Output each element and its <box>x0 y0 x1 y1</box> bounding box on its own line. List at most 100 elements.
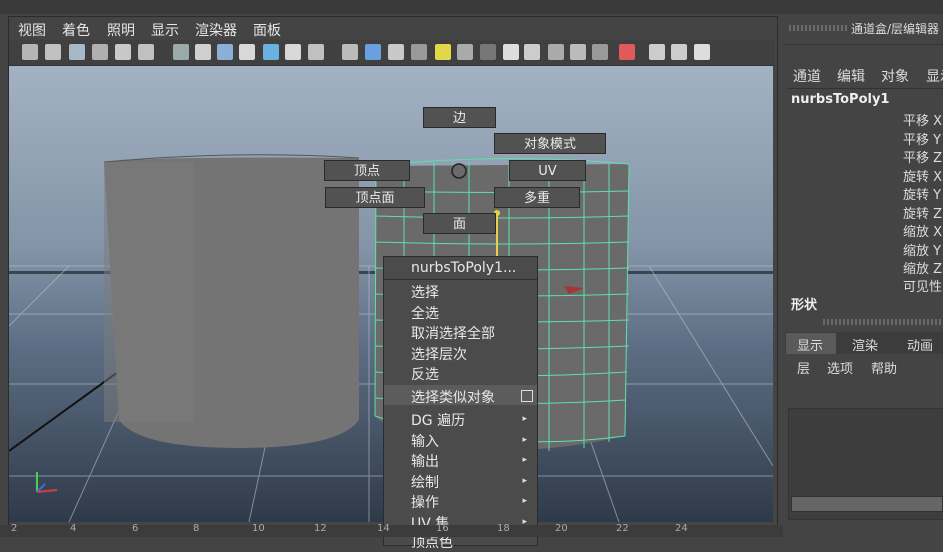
cb-shapes-label: 形状 <box>791 298 818 313</box>
viewport-menubar: 视图 着色 照明 显示 渲染器 面板 <box>9 17 775 40</box>
smooth-shade-icon[interactable] <box>195 44 211 60</box>
camera-icon[interactable] <box>22 44 38 60</box>
cb-menu-channels[interactable]: 通道 <box>793 66 821 86</box>
menu-item-invert-selection[interactable]: 反选 <box>411 364 439 384</box>
cube-icon[interactable] <box>435 44 451 60</box>
submenu-arrow-icon: ▸ <box>522 496 527 506</box>
cb-menu-show[interactable]: 显示 <box>926 66 943 86</box>
menu-item-inputs[interactable]: 输入 <box>411 431 439 451</box>
menu-panels[interactable]: 面板 <box>253 20 281 40</box>
resolution-gate-icon[interactable] <box>138 44 154 60</box>
xray-joints-icon[interactable] <box>365 44 381 60</box>
checker-icon[interactable] <box>480 44 496 60</box>
menu-show[interactable]: 显示 <box>151 20 179 40</box>
layer-tab-render[interactable]: 渲染 <box>852 335 878 354</box>
sphere-white-icon[interactable] <box>570 44 586 60</box>
ruler-tick: 4 <box>70 523 77 534</box>
menu-item-dg-traversal[interactable]: DG 遍历 <box>411 410 465 430</box>
layer-menu-options[interactable]: 选项 <box>827 358 853 377</box>
ruler-tick: 18 <box>497 523 510 534</box>
layer-scrollbar[interactable] <box>791 496 943 512</box>
isolate-icon[interactable] <box>308 44 324 60</box>
ruler-tick: 2 <box>11 523 18 534</box>
layer-menu-help[interactable]: 帮助 <box>871 358 897 377</box>
attr-rotate-y[interactable]: 旋转 Y <box>903 184 941 203</box>
viewport-toolbar <box>9 40 775 66</box>
menu-item-select-hierarchy[interactable]: 选择层次 <box>411 344 467 364</box>
attr-scale-y[interactable]: 缩放 Y <box>903 240 941 259</box>
menu-item-actions[interactable]: 操作 <box>411 492 439 512</box>
axis-gizmo <box>36 472 58 493</box>
attr-translate-y[interactable]: 平移 Y <box>903 129 941 148</box>
attr-rotate-z[interactable]: 旋转 Z <box>903 203 942 222</box>
ruler-tick: 22 <box>616 523 629 534</box>
half-sphere-icon[interactable] <box>619 44 635 60</box>
menu-item-deselect-all[interactable]: 取消选择全部 <box>411 323 495 343</box>
option-box-icon[interactable] <box>521 390 533 402</box>
channel-box-title: 通道盒/层编辑器 <box>851 22 940 36</box>
ruler-tick: 6 <box>132 523 139 534</box>
textured-icon[interactable] <box>217 44 233 60</box>
menu-lighting[interactable]: 照明 <box>107 20 135 40</box>
ao-icon[interactable] <box>285 44 301 60</box>
marking-object-mode[interactable]: 对象模式 <box>494 133 606 154</box>
marking-vertex-face[interactable]: 顶点面 <box>325 187 425 208</box>
menu-item-outputs[interactable]: 输出 <box>411 451 439 471</box>
menu-item-select-similar[interactable]: 选择类似对象 <box>411 387 495 407</box>
attr-translate-x[interactable]: 平移 X <box>903 110 942 129</box>
xray-components-icon[interactable] <box>388 44 404 60</box>
context-menu: nurbsToPoly1... 选择 全选 取消选择全部 选择层次 反选 选择类… <box>383 256 538 551</box>
ruler-tick: 20 <box>555 523 568 534</box>
menu-renderer[interactable]: 渲染器 <box>195 20 237 40</box>
menu-item-select-all[interactable]: 全选 <box>411 303 439 323</box>
menu-item-paint[interactable]: 绘制 <box>411 472 439 492</box>
attr-translate-z[interactable]: 平移 Z <box>903 147 942 166</box>
wireframe-icon[interactable] <box>173 44 189 60</box>
marking-vertex[interactable]: 顶点 <box>324 160 410 181</box>
layer-tab-anim[interactable]: 动画 <box>907 335 933 354</box>
ruler-tick: 24 <box>675 523 688 534</box>
image-plane-icon[interactable] <box>92 44 108 60</box>
channel-box-panel: 通道盒/层编辑器 通道 编辑 对象 显示 nurbsToPoly1 平移 X 平… <box>783 16 943 537</box>
grid-icon[interactable] <box>115 44 131 60</box>
sphere-dark-icon[interactable] <box>548 44 564 60</box>
layer-menu-layers[interactable]: 层 <box>797 358 810 377</box>
bounding-box-icon[interactable] <box>411 44 427 60</box>
marking-face[interactable]: 面 <box>423 213 496 234</box>
cube-shaded-icon[interactable] <box>457 44 473 60</box>
marking-edge[interactable]: 边 <box>423 107 496 128</box>
bookmark-icon[interactable] <box>45 44 61 60</box>
submenu-arrow-icon: ▸ <box>522 476 527 486</box>
submenu-arrow-icon: ▸ <box>522 435 527 445</box>
attr-visibility[interactable]: 可见性 <box>903 276 942 295</box>
attr-rotate-x[interactable]: 旋转 X <box>903 166 942 185</box>
camera-wire-icon[interactable] <box>694 44 710 60</box>
menu-view[interactable]: 视图 <box>18 20 46 40</box>
ball-icon[interactable] <box>592 44 608 60</box>
film-gate-icon[interactable] <box>69 44 85 60</box>
attr-scale-x[interactable]: 缩放 X <box>903 221 942 240</box>
cb-menu-object[interactable]: 对象 <box>881 66 909 86</box>
cb-menu-edit[interactable]: 编辑 <box>837 66 865 86</box>
context-menu-header: nurbsToPoly1... <box>411 260 517 276</box>
ruler-tick: 14 <box>377 523 390 534</box>
submenu-arrow-icon: ▸ <box>522 414 527 424</box>
lights-icon[interactable] <box>239 44 255 60</box>
cb-node-name[interactable]: nurbsToPoly1 <box>791 92 889 107</box>
shadows-icon[interactable] <box>263 44 279 60</box>
layer-tab-display[interactable]: 显示 <box>797 335 823 354</box>
sphere-group-icon[interactable] <box>649 44 665 60</box>
ruler-tick: 10 <box>252 523 265 534</box>
menu-item-select[interactable]: 选择 <box>411 282 439 302</box>
sphere-gray-icon[interactable] <box>524 44 540 60</box>
marking-multi[interactable]: 多重 <box>494 187 580 208</box>
submenu-arrow-icon: ▸ <box>522 455 527 465</box>
marking-uv[interactable]: UV <box>509 160 586 181</box>
menu-shading[interactable]: 着色 <box>62 20 90 40</box>
ruler-tick: 12 <box>314 523 327 534</box>
attr-scale-z[interactable]: 缩放 Z <box>903 258 942 277</box>
ruler-tick: 16 <box>436 523 449 534</box>
select-icon[interactable] <box>671 44 687 60</box>
xray-icon[interactable] <box>342 44 358 60</box>
light-bulb-icon[interactable] <box>503 44 519 60</box>
